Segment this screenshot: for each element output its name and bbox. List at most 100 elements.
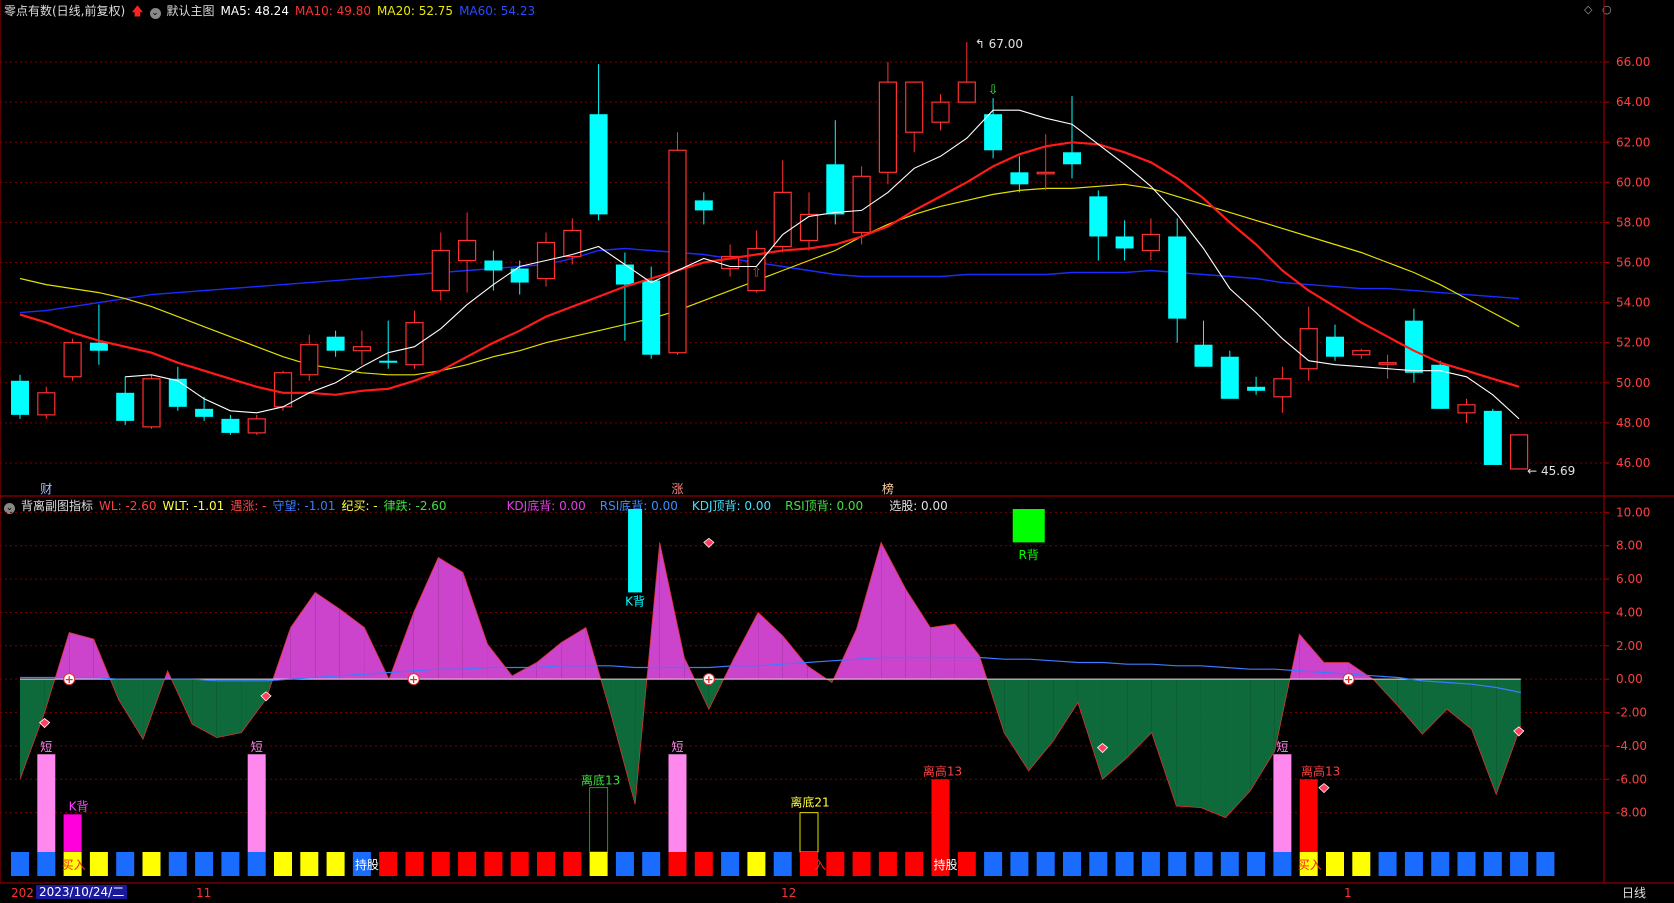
plus-marker-glyph: + — [409, 673, 418, 686]
candle-body-down — [1168, 236, 1187, 319]
signal-strip-cell — [116, 852, 135, 876]
indicator-area-segment — [1127, 679, 1152, 758]
price-tick-label: 66.00 — [1616, 55, 1650, 69]
signal-strip-cell — [1220, 852, 1239, 876]
indicator-area-segment — [905, 589, 931, 680]
signal-strip-cell — [1536, 852, 1555, 876]
candle-body-up — [300, 344, 319, 376]
indicator-tick-label: 8.00 — [1616, 539, 1643, 553]
indicator-area-segment — [438, 557, 463, 680]
signal-strip-cell — [89, 852, 108, 876]
leave-bottom-21-bar — [799, 812, 819, 853]
leave-top-13-label: 离高13 — [1301, 763, 1340, 778]
indicator-area-segment — [536, 642, 562, 680]
plus-marker-icon: + — [407, 673, 420, 686]
signal-strip-cell — [1352, 852, 1371, 876]
signal-strip-cell — [1247, 852, 1266, 876]
signal-strip-cell — [1378, 852, 1397, 876]
signal-strip-cell — [1510, 852, 1529, 876]
indicator-area-segment — [1200, 679, 1226, 818]
candle-body-down — [221, 418, 240, 433]
candle-body-down — [11, 380, 29, 415]
indicator-tick-label: -8.00 — [1616, 806, 1647, 820]
indicator-tick-label: 10.00 — [1616, 505, 1650, 519]
candle-body-down — [89, 342, 108, 351]
stock-chart-window[interactable]: 零点有数(日线,前复权) 🡅 ⌄ 默认主图 MA5: 48.24 MA10: 49.80 M… — [0, 0, 1674, 903]
signal-strip-cell — [195, 852, 214, 876]
indicator-area-segment — [1102, 679, 1128, 780]
candle-body-down — [984, 114, 1003, 151]
signal-strip-cell — [1457, 852, 1476, 876]
price-tick-label: 46.00 — [1616, 456, 1650, 470]
candle-body-up — [773, 191, 792, 248]
indicator-area-segment — [512, 662, 537, 680]
candle-body-down — [326, 336, 345, 351]
candle-body-down — [1220, 356, 1239, 399]
short-signal-bar — [247, 754, 266, 852]
signal-strip-cell — [1089, 852, 1108, 876]
ma5-line — [125, 109, 1520, 420]
candle-body-up — [905, 81, 924, 133]
price-tick-label: 64.00 — [1616, 95, 1650, 109]
indicator-tick-label: 4.00 — [1616, 605, 1643, 619]
candle-body-up — [405, 322, 424, 366]
signal-strip-cell — [1326, 852, 1344, 876]
candle-body-down — [1431, 364, 1450, 409]
candle-body-down — [1247, 386, 1266, 391]
indicator-area-segment — [413, 557, 439, 680]
plus-marker-icon: + — [63, 673, 76, 686]
low-price-annotation: ← 45.69 — [1527, 464, 1575, 478]
signal-strip-cell — [274, 852, 292, 876]
signal-strip-cell — [747, 852, 766, 876]
signal-strip-cell — [1010, 852, 1029, 876]
plus-marker-glyph: + — [65, 673, 74, 686]
indicator-area-segment — [192, 679, 217, 738]
candle-body-down — [116, 392, 135, 421]
indicator-tick-label: -6.00 — [1616, 772, 1647, 786]
leave-bottom-13-bar — [589, 787, 609, 853]
time-axis: 202 2023/10/24/二 11 12 1 日线 — [0, 883, 1674, 903]
candle-body-down — [1326, 336, 1344, 357]
indicator-tick-label: -2.00 — [1616, 706, 1647, 720]
indicator-area-segment — [1250, 679, 1275, 791]
indicator-area-segment — [930, 624, 955, 680]
indicator-area-segment — [118, 679, 144, 740]
indicator-area-segment — [1225, 679, 1251, 818]
candle-body-up — [668, 149, 687, 354]
signal-strip-cell — [379, 852, 398, 876]
signal-strip-cell — [563, 852, 582, 876]
plus-marker-glyph: + — [1344, 673, 1353, 686]
ma10-line — [19, 141, 1520, 396]
signal-strip-cell — [721, 852, 740, 876]
price-tick-label: 56.00 — [1616, 256, 1650, 270]
signal-strip-cell — [1483, 852, 1502, 876]
signal-strip-cell — [484, 852, 503, 876]
leave-top-13-label: 离高13 — [923, 763, 962, 778]
candle-body-down — [1194, 344, 1213, 367]
price-candlestick-chart[interactable]: 66.00 64.00 62.00 60.00 58.00 56.00 54.00 52.00… — [0, 0, 1674, 903]
signal-strip-cell — [642, 852, 661, 876]
signal-strip-cell — [431, 852, 450, 876]
signal-strip-cell — [773, 852, 792, 876]
indicator-area-segment — [1176, 679, 1201, 808]
event-label: 财 — [40, 482, 52, 496]
signal-strip-cell — [826, 852, 845, 876]
buy-label: 买入 — [1298, 858, 1322, 872]
down-arrow-signal-icon: ⇩ — [988, 83, 999, 98]
short-signal-bar — [37, 754, 56, 852]
candle-body-up — [931, 101, 950, 123]
signal-strip-cell — [1036, 852, 1055, 876]
candle-body-up — [1299, 328, 1318, 370]
high-price-annotation: ↰ 67.00 — [975, 37, 1023, 51]
candle-body-down — [484, 260, 503, 271]
period-label[interactable]: 日线 — [1594, 886, 1674, 900]
signal-strip-cell — [458, 852, 477, 876]
time-axis-cursor-date: 2023/10/24/二 — [36, 885, 128, 899]
plus-marker-icon: + — [1342, 673, 1355, 686]
r-divergence-box — [1012, 509, 1045, 543]
leave-bottom-21-label: 离底21 — [790, 795, 829, 810]
indicator-area-segment — [1004, 679, 1029, 771]
k-divergence-label: K背 — [625, 594, 645, 608]
k-divergence-bottom-label: K背 — [69, 799, 89, 813]
signal-strip-cell — [11, 852, 29, 876]
